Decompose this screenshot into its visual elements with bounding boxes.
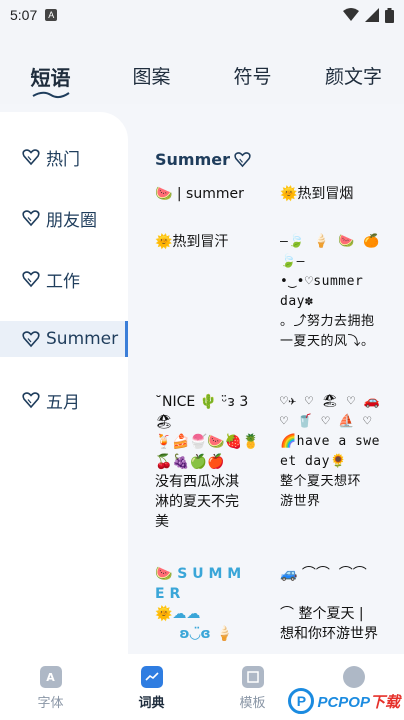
- nav-template[interactable]: 模板: [213, 654, 293, 720]
- phrase-item[interactable]: 🌞热到冒汗: [155, 232, 275, 256]
- sidebar-item-may[interactable]: 五月: [0, 382, 128, 418]
- heart-icon: [22, 331, 40, 348]
- nav-dictionary[interactable]: 词典: [112, 654, 192, 720]
- heart-icon: [22, 210, 40, 227]
- wifi-icon: [343, 8, 359, 21]
- sidebar-item-work[interactable]: 工作: [0, 261, 128, 297]
- tab-label: 图案: [132, 66, 171, 88]
- tab-symbols[interactable]: 符号: [208, 48, 298, 89]
- sidebar-item-label: 五月: [46, 392, 80, 413]
- status-bar: 5:07 A: [0, 0, 404, 30]
- status-time: 5:07: [10, 7, 38, 23]
- heart-icon: [22, 149, 40, 166]
- heart-icon: [234, 152, 251, 168]
- bottom-navigation: A 字体 词典 模板 P PCPOP下载: [0, 654, 404, 720]
- watermark: P PCPOP下载: [288, 688, 400, 714]
- watermark-text: PCPOP下载: [317, 693, 400, 711]
- phrase-item[interactable]: 🍉 | summer: [155, 184, 275, 208]
- tab-kaomoji[interactable]: 颜文字: [309, 48, 399, 89]
- phrase-item[interactable]: ♡✈ ♡ 🏖 ♡ 🚗 ♡ 🥤 ♡ ⛵ ♡ 🌈have a swe et day🌻…: [280, 392, 404, 522]
- notification-icon: A: [45, 9, 58, 21]
- moon-icon: [342, 666, 365, 688]
- phrase-item[interactable]: 🚙 ⌒⌒ ⌒⌒ ⌒ 整个夏天 | 想和你环游世界: [280, 564, 404, 654]
- phrase-grid: Summer 🍉 | summer 🌞热到冒烟 🌞热到冒汗 —🍃 🍦 🍉 🍊 🍃…: [128, 112, 404, 654]
- phrase-item[interactable]: ˘NICE 🌵 ᵕ̈ᴈ 3 🏖 🍹🍰🍧🍉🍓🍍 🍒🍇🍏🍎 没有西瓜冰淇 淋的夏天不…: [155, 392, 277, 542]
- sidebar-item-label: 热门: [46, 149, 80, 170]
- section-title: Summer: [155, 150, 251, 169]
- sidebar-item-label: 工作: [46, 271, 80, 292]
- heart-icon: [22, 392, 40, 409]
- top-tab-bar: 短语 图案 符号 颜文字: [0, 48, 404, 104]
- battery-icon: [385, 7, 394, 23]
- nav-font[interactable]: A 字体: [11, 654, 91, 720]
- sidebar-item-label: Summer: [46, 329, 119, 349]
- heart-icon: [22, 271, 40, 288]
- phrase-item[interactable]: 🍉 S U M M E R 🌞☁☁ ʚ◡̈ɞ 🍦: [155, 564, 277, 654]
- nav-label: 词典: [138, 696, 165, 711]
- watermark-logo: P: [288, 688, 315, 714]
- section-title-text: Summer: [155, 150, 230, 169]
- tab-phrases[interactable]: 短语: [6, 48, 96, 99]
- tab-label: 短语: [30, 66, 71, 90]
- phrase-item[interactable]: 🌞热到冒烟: [280, 184, 400, 208]
- template-icon: [241, 666, 264, 688]
- sidebar-item-hot[interactable]: 热门: [0, 139, 128, 175]
- nav-label: 字体: [37, 696, 64, 711]
- sidebar-item-summer[interactable]: Summer: [0, 321, 128, 357]
- tab-label: 颜文字: [324, 66, 382, 88]
- phrase-item[interactable]: —🍃 🍦 🍉 🍊 🍃— •‿•♡summer day✽ 。⤴努力去拥抱 一夏天的…: [280, 232, 402, 372]
- signal-icon: [365, 8, 379, 22]
- nav-label: 模板: [239, 696, 266, 711]
- font-icon: A: [39, 666, 62, 688]
- sidebar-item-label: 朋友圈: [46, 210, 97, 231]
- category-sidebar: 热门 朋友圈 工作 Summer 五月: [0, 112, 128, 654]
- dictionary-icon: [140, 666, 163, 688]
- sidebar-item-moments[interactable]: 朋友圈: [0, 200, 128, 236]
- active-tab-indicator: [31, 91, 70, 99]
- tab-patterns[interactable]: 图案: [107, 48, 197, 89]
- tab-label: 符号: [233, 66, 272, 88]
